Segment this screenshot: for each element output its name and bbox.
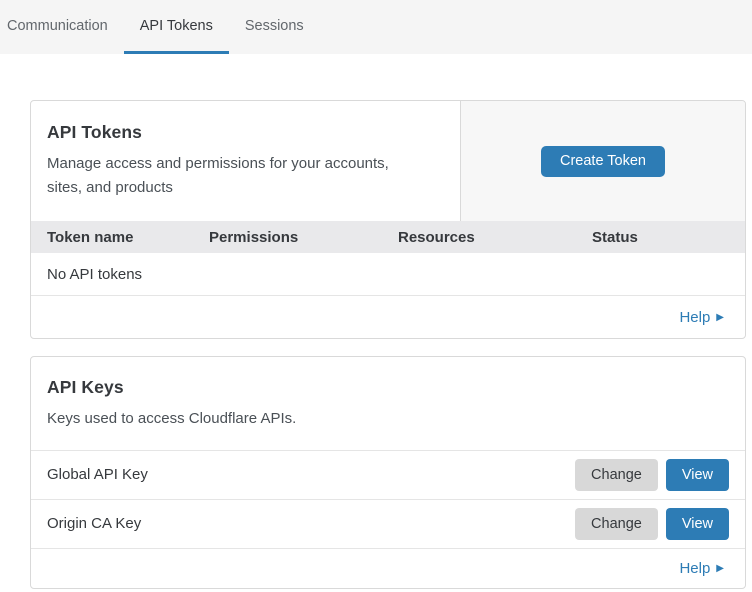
api-key-actions: Change View <box>575 508 729 540</box>
view-global-api-key-button[interactable]: View <box>666 459 729 491</box>
change-global-api-key-button[interactable]: Change <box>575 459 658 491</box>
api-keys-card: API Keys Keys used to access Cloudflare … <box>30 356 746 589</box>
tokens-help-row: Help ▶ <box>31 296 745 338</box>
help-arrow-icon: ▶ <box>716 312 724 323</box>
keys-help-label: Help <box>679 560 710 577</box>
api-tokens-header-text: API Tokens Manage access and permissions… <box>31 101 460 221</box>
column-header-token-name: Token name <box>47 229 209 246</box>
api-key-row-global: Global API Key Change View <box>31 450 745 499</box>
tab-communication[interactable]: Communication <box>7 0 124 54</box>
tokens-empty-message: No API tokens <box>47 266 142 283</box>
api-key-name: Global API Key <box>47 466 148 483</box>
api-keys-title: API Keys <box>47 377 729 398</box>
create-token-button[interactable]: Create Token <box>541 146 665 177</box>
api-key-name: Origin CA Key <box>47 515 141 532</box>
change-origin-ca-key-button[interactable]: Change <box>575 508 658 540</box>
api-keys-description: Keys used to access Cloudflare APIs. <box>47 407 427 431</box>
keys-help-row: Help ▶ <box>31 548 745 588</box>
api-tokens-action-panel: Create Token <box>460 101 745 221</box>
api-tokens-title: API Tokens <box>47 122 444 143</box>
help-arrow-icon: ▶ <box>716 563 724 574</box>
tab-api-tokens[interactable]: API Tokens <box>124 0 229 54</box>
tab-sessions[interactable]: Sessions <box>229 0 320 54</box>
keys-help-link[interactable]: Help ▶ <box>679 560 724 577</box>
column-header-resources: Resources <box>398 229 592 246</box>
api-tokens-description: Manage access and permissions for your a… <box>47 152 427 199</box>
tab-bar: Communication API Tokens Sessions <box>0 0 752 54</box>
api-tokens-card: API Tokens Manage access and permissions… <box>30 100 746 339</box>
api-key-actions: Change View <box>575 459 729 491</box>
tokens-help-label: Help <box>679 309 710 326</box>
api-key-row-origin-ca: Origin CA Key Change View <box>31 499 745 548</box>
tokens-help-link[interactable]: Help ▶ <box>679 309 724 326</box>
tokens-empty-row: No API tokens <box>31 253 745 296</box>
column-header-status: Status <box>592 229 745 246</box>
view-origin-ca-key-button[interactable]: View <box>666 508 729 540</box>
api-keys-card-header: API Keys Keys used to access Cloudflare … <box>31 357 745 450</box>
tokens-table-header: Token name Permissions Resources Status <box>31 221 745 253</box>
api-tokens-card-header: API Tokens Manage access and permissions… <box>31 101 745 221</box>
column-header-permissions: Permissions <box>209 229 398 246</box>
